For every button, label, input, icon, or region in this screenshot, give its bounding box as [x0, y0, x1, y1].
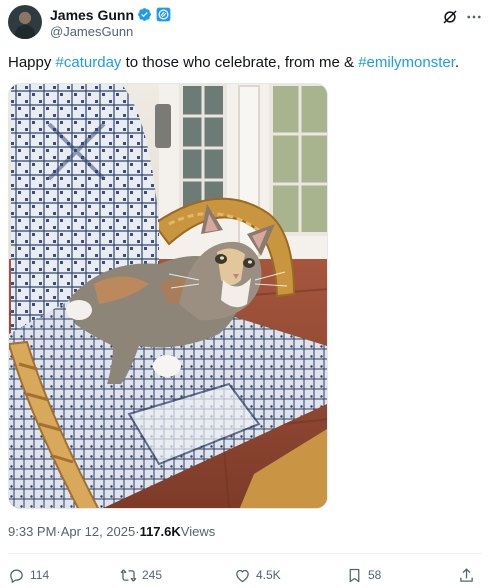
views-count: 117.6K [139, 524, 181, 539]
tweet-meta: 9:33 PM · Apr 12, 2025 · 117.6K Views [8, 524, 215, 539]
share-button[interactable] [458, 566, 475, 584]
reply-count: 114 [30, 568, 50, 582]
avatar[interactable] [8, 5, 42, 39]
hashtag-link-caturday[interactable]: #caturday [56, 54, 122, 71]
author-name-row: James Gunn [50, 6, 171, 23]
repost-count: 245 [142, 568, 163, 582]
tweet-text: Happy #caturday to those who celebrate, … [8, 53, 483, 73]
tweet-photo[interactable] [8, 83, 328, 509]
action-bar: 114 245 4.5K 58 [8, 566, 483, 584]
bookmark-count: 58 [368, 568, 382, 582]
like-button[interactable]: 4.5K [234, 566, 281, 584]
bookmark-button[interactable]: 58 [346, 566, 381, 584]
like-icon [236, 569, 249, 582]
repost-icon [120, 568, 137, 582]
divider [8, 553, 483, 554]
reply-icon [10, 569, 23, 583]
verified-icon [138, 8, 151, 21]
tweet-date[interactable]: Apr 12, 2025 [61, 524, 135, 539]
tweet-time[interactable]: 9:33 PM [8, 524, 56, 539]
reply-button[interactable]: 114 [8, 566, 49, 584]
grok-icon[interactable] [441, 8, 459, 26]
like-count: 4.5K [256, 568, 281, 582]
tweet-text-part: to those who celebrate, from me & [121, 54, 359, 71]
author-handle[interactable]: @JamesGunn [50, 24, 133, 39]
views-label: Views [180, 524, 216, 539]
hashtag-link-emilymonster[interactable]: #emilymonster [358, 54, 455, 71]
tweet-header: James Gunn @JamesGunn [8, 5, 483, 45]
share-icon [460, 567, 473, 582]
affiliate-badge-icon[interactable] [156, 7, 171, 22]
author-name[interactable]: James Gunn [50, 7, 134, 23]
repost-button[interactable]: 245 [120, 566, 162, 584]
bookmark-icon [349, 568, 360, 582]
tweet-text-part: . [454, 54, 460, 71]
tweet-text-part: Happy [8, 54, 56, 71]
more-icon[interactable] [465, 8, 483, 26]
cat-on-chair-image [9, 84, 327, 508]
